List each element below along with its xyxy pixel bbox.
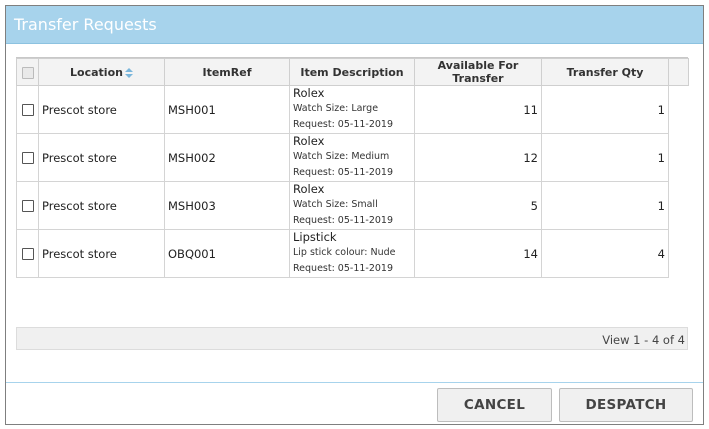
item-description-cell: Rolex Watch Size: Medium Request: 05-11-… [289,133,415,182]
grid-pager-bar: View 1 - 4 of 4 [16,327,688,350]
available-cell: 14 [414,229,542,278]
table-row[interactable]: Prescot store MSH001 Rolex Watch Size: L… [16,85,689,134]
column-header-spacer [668,58,689,86]
item-name: Rolex [293,86,325,100]
item-attribute: Watch Size: Large [293,103,379,114]
request-date: Request: 05-11-2019 [293,215,394,226]
row-checkbox[interactable] [21,200,34,212]
item-description-cell: Rolex Watch Size: Small Request: 05-11-2… [289,181,415,230]
transfer-requests-dialog: Transfer Requests Location ItemRef Item … [5,5,704,425]
column-header-location-label: Location [70,65,123,79]
row-select-cell[interactable] [16,85,39,134]
column-header-available[interactable]: Available For Transfer [414,58,542,86]
row-checkbox[interactable] [21,152,34,164]
itemref-cell: OBQ001 [164,229,290,278]
row-select-cell[interactable] [16,229,39,278]
item-attribute: Lip stick colour: Nude [293,247,396,258]
available-cell: 12 [414,133,542,182]
itemref-cell: MSH003 [164,181,290,230]
row-checkbox[interactable] [21,104,34,116]
table-row[interactable]: Prescot store MSH003 Rolex Watch Size: S… [16,181,689,230]
table-row[interactable]: Prescot store MSH002 Rolex Watch Size: M… [16,133,689,182]
transfer-qty-cell[interactable]: 1 [541,85,669,134]
item-attribute: Watch Size: Small [293,199,378,210]
select-all-cell[interactable] [16,58,39,86]
row-checkbox[interactable] [21,248,34,260]
dialog-title-bar: Transfer Requests [6,6,703,44]
item-name: Rolex [293,182,325,196]
item-attribute: Watch Size: Medium [293,151,390,162]
location-cell: Prescot store [38,181,165,230]
pager-record-count: View 1 - 4 of 4 [602,333,685,347]
item-name: Lipstick [293,230,337,244]
table-row[interactable]: Prescot store OBQ001 Lipstick Lip stick … [16,229,689,278]
row-select-cell[interactable] [16,181,39,230]
itemref-cell: MSH001 [164,85,290,134]
request-date: Request: 05-11-2019 [293,263,394,274]
request-date: Request: 05-11-2019 [293,167,394,178]
available-cell: 11 [414,85,542,134]
transfer-qty-cell[interactable]: 1 [541,181,669,230]
item-description-cell: Lipstick Lip stick colour: Nude Request:… [289,229,415,278]
item-name: Rolex [293,134,325,148]
column-header-item-description[interactable]: Item Description [289,58,415,86]
dialog-title: Transfer Requests [14,15,157,34]
request-date: Request: 05-11-2019 [293,119,394,130]
row-select-cell[interactable] [16,133,39,182]
location-cell: Prescot store [38,85,165,134]
column-header-itemref[interactable]: ItemRef [164,58,290,86]
location-cell: Prescot store [38,229,165,278]
transfer-grid: Location ItemRef Item Description Availa… [16,57,689,278]
select-all-checkbox[interactable] [21,66,34,79]
transfer-qty-cell[interactable]: 1 [541,133,669,182]
table-header-row: Location ItemRef Item Description Availa… [16,58,689,86]
despatch-button[interactable]: DESPATCH [559,388,693,422]
item-description-cell: Rolex Watch Size: Large Request: 05-11-2… [289,85,415,134]
available-cell: 5 [414,181,542,230]
sort-icon[interactable] [124,67,133,78]
itemref-cell: MSH002 [164,133,290,182]
transfer-table: Location ItemRef Item Description Availa… [16,58,689,278]
cancel-button[interactable]: CANCEL [437,388,552,422]
column-header-location[interactable]: Location [38,58,165,86]
transfer-qty-cell[interactable]: 4 [541,229,669,278]
footer-divider [6,382,703,383]
location-cell: Prescot store [38,133,165,182]
column-header-transfer-qty[interactable]: Transfer Qty [541,58,669,86]
